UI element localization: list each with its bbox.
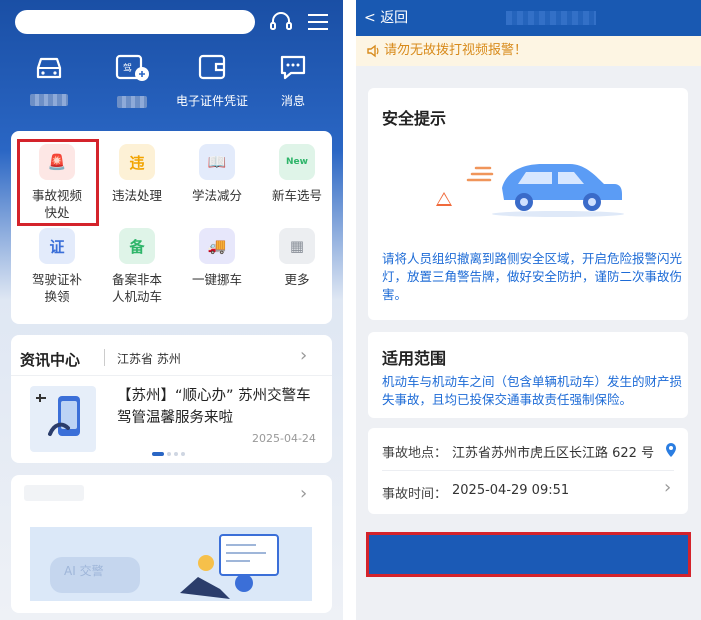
study-points-icon: 📖 xyxy=(199,144,235,180)
back-label: 返回 xyxy=(380,10,409,26)
service-study-points[interactable]: 📖 学法减分 xyxy=(177,144,257,204)
accident-info-card: 事故地点： 江苏省苏州市虎丘区长江路 622 号 事故时间： 2025-04-2… xyxy=(368,428,688,514)
car-warning-illustration xyxy=(436,164,624,217)
safety-text: 请将人员组织撤离到路侧安全区域，开启危险报警闪光灯，放置三角警告牌，做好安全防护… xyxy=(382,251,683,302)
back-button[interactable]: < 返回 xyxy=(364,7,408,27)
service-license-renewal[interactable]: 证驾驶证补 换领 xyxy=(17,228,97,305)
carousel-indicator xyxy=(152,452,185,456)
service-label: 驾驶证补 换领 xyxy=(31,272,82,304)
speaker-icon xyxy=(367,44,379,58)
chevron-right-icon[interactable]: › xyxy=(300,483,307,504)
home-screen: 驾 电子证件凭证 消息 🚨 事故视频 快处违违法处理 📖 学法减分 New 新车选号证驾驶… xyxy=(0,0,343,620)
safety-title: 安全提示 xyxy=(382,109,447,128)
warning-text: 请勿无故拨打视频报警！ xyxy=(384,43,528,58)
divider xyxy=(382,470,674,471)
more-icon: ▦ xyxy=(279,228,315,264)
top-item-license[interactable]: 驾 xyxy=(92,52,172,112)
accident-time-label: 事故时间： xyxy=(382,487,448,502)
top-item-label: 消息 xyxy=(280,94,305,108)
service-new-plate[interactable]: New 新车选号 xyxy=(257,144,337,204)
warning-banner: 请勿无故拨打视频报警！ xyxy=(356,36,701,66)
service-more[interactable]: ▦ 更多 xyxy=(257,228,337,288)
menu-icon[interactable] xyxy=(305,9,331,35)
accident-location-label: 事故地点： xyxy=(382,446,448,461)
service-label: 更多 xyxy=(284,272,310,287)
accident-time-value[interactable]: 2025-04-29 09:51 xyxy=(452,483,569,498)
service-label: 一键挪车 xyxy=(191,272,242,287)
divider xyxy=(104,349,105,366)
safety-card: 安全提示 请将人员组织撤离到路侧安全区域，开启危险报警闪光灯，放置三角警告牌，做… xyxy=(368,88,688,320)
svg-text:驾: 驾 xyxy=(123,63,132,74)
service-move-car[interactable]: 🚚 一键挪车 xyxy=(177,228,257,288)
page-title-blurred xyxy=(506,11,596,25)
chevron-right-icon[interactable]: › xyxy=(664,477,671,498)
search-bar[interactable] xyxy=(15,10,255,34)
top-item-messages[interactable]: 消息 xyxy=(253,52,333,108)
news-thumbnail-phone-image xyxy=(30,386,96,452)
scope-card: 适用范围 机动车与机动车之间（包含单辆机动车）发生的财产损失事故，且均已投保交通… xyxy=(368,332,688,418)
wallet-icon xyxy=(198,54,226,80)
service-label: 新车选号 xyxy=(271,188,322,203)
chevron-right-icon[interactable]: › xyxy=(300,345,307,366)
top-item-vehicle[interactable] xyxy=(9,52,89,110)
news-section-title: 资讯中心 xyxy=(20,351,81,369)
headset-icon[interactable] xyxy=(268,9,294,35)
svg-text:AI 交警: AI 交警 xyxy=(64,563,104,578)
promo-title-blurred xyxy=(24,485,84,501)
service-register-vehicle[interactable]: 备备案非本 人机动车 xyxy=(97,228,177,305)
top-item-label-blurred xyxy=(30,94,68,106)
promo-banner-image: AI 交警 xyxy=(30,527,312,601)
video-accident-report-screen: < 返回 请勿无故拨打视频报警！ 安全提示 请将人员组织撤离到路侧安全区域，开启… xyxy=(356,0,701,620)
header-bar: < 返回 xyxy=(356,0,701,36)
news-date: 2025-04-24 xyxy=(252,432,316,445)
highlight-box xyxy=(17,139,99,226)
top-item-label-blurred xyxy=(117,96,147,108)
move-car-icon: 🚚 xyxy=(199,228,235,264)
submit-button[interactable] xyxy=(366,532,691,577)
license-card-icon: 驾 xyxy=(115,54,149,81)
violation-icon: 违 xyxy=(119,144,155,180)
service-violation[interactable]: 违违法处理 xyxy=(97,144,177,204)
service-label: 学法减分 xyxy=(191,188,242,203)
scope-text: 机动车与机动车之间（包含单辆机动车）发生的财产损失事故，且均已投保交通事故责任强… xyxy=(382,374,683,407)
top-item-e-certificate[interactable]: 电子证件凭证 xyxy=(172,52,252,108)
news-headline[interactable]: 【苏州】“顺心办” 苏州交警车驾管温馨服务来啦 xyxy=(117,385,312,429)
register-vehicle-icon: 备 xyxy=(119,228,155,264)
chevron-left-icon: < xyxy=(364,10,376,26)
license-renewal-icon: 证 xyxy=(39,228,75,264)
news-location[interactable]: 江苏省 苏州 xyxy=(117,350,181,367)
location-pin-icon[interactable] xyxy=(664,442,678,458)
top-shortcuts: 驾 电子证件凭证 消息 xyxy=(0,52,343,122)
top-item-label: 电子证件凭证 xyxy=(175,94,248,108)
service-label: 备案非本 人机动车 xyxy=(111,272,162,304)
car-icon xyxy=(36,57,62,79)
message-icon xyxy=(280,55,306,80)
scope-title: 适用范围 xyxy=(382,349,447,368)
service-label: 违法处理 xyxy=(111,188,162,203)
divider xyxy=(11,375,332,376)
accident-location-value[interactable]: 江苏省苏州市虎丘区长江路 622 号 xyxy=(452,442,654,461)
new-plate-icon: New xyxy=(279,144,315,180)
